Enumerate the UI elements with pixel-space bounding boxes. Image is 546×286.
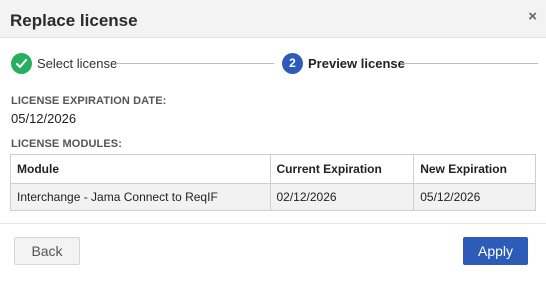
column-header-current-expiration: Current Expiration bbox=[269, 154, 415, 184]
table-row: Interchange - Jama Connect to ReqIF 02/1… bbox=[10, 183, 536, 211]
module-name-cell: Interchange - Jama Connect to ReqIF bbox=[10, 183, 271, 211]
expiration-date-value: 05/12/2026 bbox=[11, 111, 77, 126]
step-connector-trailing bbox=[402, 63, 538, 64]
step-1-label: Select license bbox=[37, 56, 118, 71]
dialog-title: Replace license bbox=[10, 11, 138, 30]
column-header-new-expiration: New Expiration bbox=[413, 154, 536, 184]
footer-divider bbox=[0, 223, 546, 224]
step-2-label: Preview license bbox=[308, 56, 405, 71]
replace-license-dialog: Replace license × Select license 2 Previ… bbox=[0, 0, 546, 286]
back-button[interactable]: Back bbox=[14, 237, 80, 265]
step-complete-check-icon bbox=[11, 53, 32, 74]
step-2-number-badge: 2 bbox=[282, 53, 303, 74]
step-connector bbox=[116, 63, 274, 64]
apply-button[interactable]: Apply bbox=[463, 237, 528, 265]
expiration-date-label: LICENSE EXPIRATION DATE: bbox=[11, 95, 167, 107]
column-header-module: Module bbox=[10, 154, 271, 184]
new-expiration-cell: 05/12/2026 bbox=[413, 183, 536, 211]
close-icon[interactable]: × bbox=[528, 9, 537, 25]
license-modules-label: LICENSE MODULES: bbox=[11, 138, 122, 150]
dialog-header: Replace license × bbox=[0, 0, 546, 38]
license-modules-table: Module Current Expiration New Expiration… bbox=[10, 154, 536, 211]
current-expiration-cell: 02/12/2026 bbox=[269, 183, 415, 211]
table-header-row: Module Current Expiration New Expiration bbox=[10, 154, 536, 184]
